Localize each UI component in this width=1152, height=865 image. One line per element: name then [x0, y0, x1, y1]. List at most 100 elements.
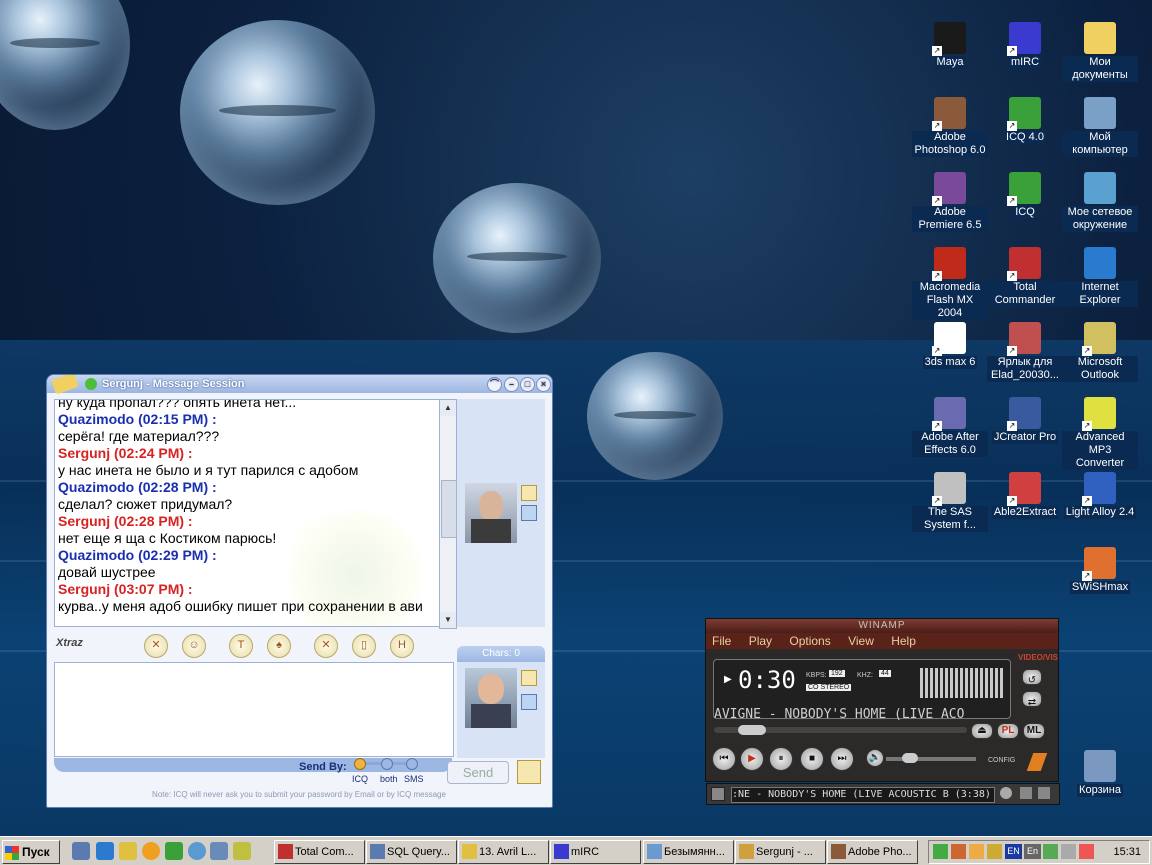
send-option-sms[interactable] — [406, 758, 418, 770]
desktop-shortcut[interactable]: Able2Extract — [987, 472, 1063, 519]
xtraz-label[interactable]: Xtraz — [56, 637, 83, 649]
icq-quick-icon[interactable] — [165, 842, 183, 860]
desktop-shortcut[interactable]: Advanced MP3 Converter — [1062, 397, 1138, 470]
media-library-button[interactable]: ML — [1023, 723, 1045, 739]
start-button[interactable]: Пуск — [2, 840, 60, 864]
task-untitled[interactable]: Безымянн... — [643, 840, 734, 864]
smiley-icon[interactable]: ☺ — [182, 634, 206, 658]
desktop-shortcut[interactable]: Корзина — [1062, 750, 1138, 797]
desktop-shortcut[interactable]: JCreator Pro — [987, 397, 1063, 444]
history-icon[interactable]: H — [390, 634, 414, 658]
media-icon[interactable] — [142, 842, 160, 860]
eject-button[interactable]: ⏏ — [971, 723, 993, 739]
lightning-icon[interactable] — [1026, 753, 1048, 771]
network-quick-icon[interactable] — [188, 842, 206, 860]
pause-button[interactable]: ⏸ — [769, 747, 793, 771]
task-total-commander[interactable]: Total Com... — [274, 840, 365, 864]
scroll-up-icon[interactable]: ▲ — [440, 400, 456, 416]
volume-thumb[interactable] — [902, 753, 918, 763]
desktop-shortcut[interactable]: Adobe Photoshop 6.0 — [912, 97, 988, 157]
contact-icon[interactable] — [521, 505, 537, 521]
next-button[interactable]: ⏭ — [830, 747, 854, 771]
ie-icon[interactable] — [96, 842, 114, 860]
tray-icon-1[interactable] — [933, 844, 948, 859]
winamp-window[interactable]: WINAMP File Play Options View Help ▶ 0:3… — [705, 618, 1060, 805]
pl-list-icon[interactable] — [1000, 787, 1012, 799]
shuffle-button[interactable]: ⇄ — [1022, 691, 1042, 708]
tray-icon-2[interactable] — [951, 844, 966, 859]
pl-menu-icon[interactable] — [711, 787, 725, 801]
play-button[interactable]: ▶ — [740, 747, 764, 771]
menu-play[interactable]: Play — [749, 634, 772, 648]
desktop-shortcut[interactable]: Adobe Premiere 6.5 — [912, 172, 988, 232]
tray-icon-icq[interactable] — [1043, 844, 1058, 859]
desktop-shortcut[interactable]: SWiSHmax — [1062, 547, 1138, 594]
menu-options[interactable]: Options — [789, 634, 830, 648]
font-icon[interactable]: T — [229, 634, 253, 658]
task-mirc[interactable]: mIRC — [550, 840, 641, 864]
tray-icon-4[interactable] — [987, 844, 1002, 859]
task-avril[interactable]: 13. Avril L... — [458, 840, 549, 864]
camera-icon[interactable] — [521, 694, 537, 710]
clock[interactable]: 15:31 — [1113, 841, 1141, 863]
task-photoshop[interactable]: Adobe Pho... — [827, 840, 918, 864]
desktop-shortcut[interactable]: ICQ 4.0 — [987, 97, 1063, 144]
notes-quick-icon[interactable] — [233, 842, 251, 860]
repeat-button[interactable]: ↺ — [1022, 669, 1042, 686]
desktop-shortcut[interactable]: Мое сетевое окружение — [1062, 172, 1138, 232]
scroll-thumb[interactable] — [441, 480, 457, 538]
info-icon[interactable] — [521, 670, 537, 686]
xtraz-icon[interactable]: ✕ — [144, 634, 168, 658]
volume-slider[interactable] — [886, 753, 976, 763]
seek-thumb[interactable] — [738, 725, 766, 735]
tray-icon-3[interactable] — [969, 844, 984, 859]
menu-help[interactable]: Help — [891, 634, 916, 648]
desktop-shortcut[interactable]: Macromedia Flash MX 2004 — [912, 247, 988, 320]
desktop-shortcut[interactable]: Maya — [912, 22, 988, 69]
desktop-shortcut[interactable]: Мой компьютер — [1062, 97, 1138, 157]
color-icon[interactable]: ♠ — [267, 634, 291, 658]
keyboard-layout-indicator[interactable]: En — [1024, 844, 1041, 859]
chat-history[interactable]: ну куда пропал??? опять инета нет... Quaz… — [54, 399, 441, 627]
info-icon[interactable] — [521, 485, 537, 501]
task-sql-query[interactable]: SQL Query... — [366, 840, 457, 864]
seek-bar[interactable] — [714, 725, 967, 735]
desktop-shortcut[interactable]: ICQ — [987, 172, 1063, 219]
desktop-shortcut[interactable]: Internet Explorer — [1062, 247, 1138, 307]
time-display[interactable]: 0:30 — [738, 666, 796, 694]
previous-button[interactable]: ⏮ — [712, 747, 736, 771]
own-avatar[interactable] — [465, 668, 517, 728]
desktop-shortcut[interactable]: mIRC — [987, 22, 1063, 69]
icq-message-window[interactable]: Sergunj - Message Session ⌒ – □ × ну куд… — [46, 374, 553, 808]
send-file-icon[interactable]: ▯ — [352, 634, 376, 658]
message-input[interactable] — [54, 662, 454, 757]
send-option-both[interactable] — [381, 758, 393, 770]
send-button[interactable]: Send — [447, 761, 509, 784]
desktop-shortcut[interactable]: Light Alloy 2.4 — [1062, 472, 1138, 519]
pl-close-icon[interactable] — [1038, 787, 1050, 799]
contact-avatar[interactable] — [465, 483, 517, 543]
playlist-toggle-button[interactable]: PL — [997, 723, 1019, 739]
config-label[interactable]: CONFIG — [988, 757, 1015, 764]
desktop-icon[interactable] — [72, 842, 90, 860]
send-options-icon[interactable] — [517, 760, 541, 784]
chat-scrollbar[interactable]: ▲ ▼ — [439, 399, 457, 629]
scroll-down-icon[interactable]: ▼ — [440, 612, 456, 628]
desktop-shortcut[interactable]: Ярлык для Elad_20030... — [987, 322, 1063, 382]
block-icon[interactable]: ✕ — [314, 634, 338, 658]
winamp-titlebar[interactable]: WINAMP — [706, 619, 1058, 633]
pl-restore-icon[interactable] — [1020, 787, 1032, 799]
pin-button[interactable]: ⌒ — [487, 377, 502, 392]
desktop-shortcut[interactable]: Мои документы — [1062, 22, 1138, 82]
tray-icon-6[interactable] — [1061, 844, 1076, 859]
desktop-shortcut[interactable]: 3ds max 6 — [912, 322, 988, 369]
desktop-shortcut[interactable]: Microsoft Outlook — [1062, 322, 1138, 382]
desktop-shortcut[interactable]: The SAS System f... — [912, 472, 988, 532]
stop-button[interactable]: ■ — [800, 747, 824, 771]
explorer-quick-icon[interactable] — [210, 842, 228, 860]
menu-file[interactable]: File — [712, 634, 731, 648]
tray-icon-7[interactable] — [1079, 844, 1094, 859]
winamp-quick-icon[interactable] — [119, 842, 137, 860]
language-indicator[interactable]: EN — [1005, 844, 1022, 859]
task-sergunj[interactable]: Sergunj - ... — [735, 840, 826, 864]
